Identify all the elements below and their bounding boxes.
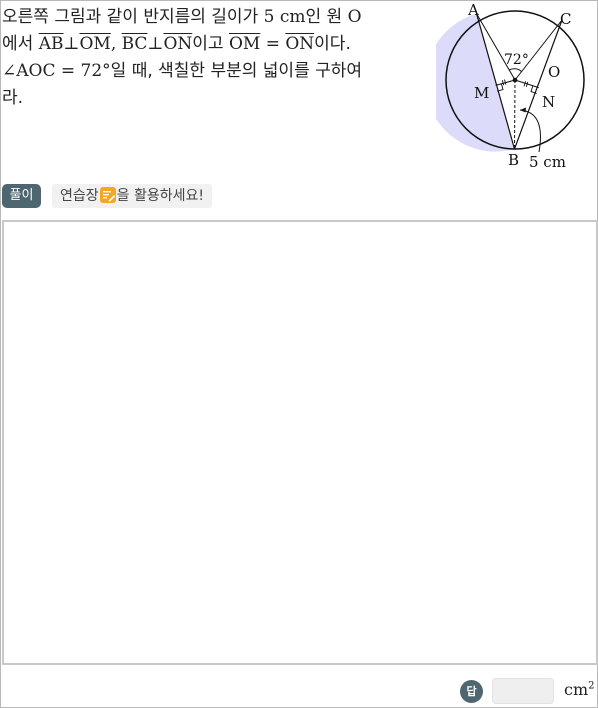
answer-badge: 답 (460, 680, 483, 703)
text-fragment: 라. (2, 88, 24, 108)
tick-om (504, 79, 507, 85)
label-a: A (467, 1, 479, 19)
problem-line-4: 라. (2, 85, 432, 112)
label-m: M (474, 84, 489, 102)
memo-pencil-icon (99, 187, 116, 203)
circle-figure: A C 72° O M N B 5 cm (436, 1, 585, 171)
text-fragment: 오른쪽 그림과 같이 반지름의 길이가 (2, 7, 264, 27)
segment-on: ON (163, 34, 193, 54)
text-fragment: 이고 (192, 34, 229, 54)
perp-symbol: ⊥ (63, 34, 80, 54)
practice-pad-button[interactable]: 연습장 을 활용하세요! (52, 184, 212, 208)
practice-label-suffix: 을 활용하세요! (116, 188, 204, 204)
radius-value: 5 cm (263, 7, 306, 27)
problem-line-3: ∠AOC = 72°일 때, 색칠한 부분의 넓이를 구하여 (2, 58, 432, 85)
radius-ob-dashed (514, 79, 516, 150)
practice-label: 연습장 (60, 188, 99, 204)
angle-condition: ∠AOC = 72° (2, 61, 111, 81)
segment-bc: BC (121, 34, 148, 54)
text-fragment: 인 원 (305, 7, 348, 27)
text-fragment: 일 때, 색칠한 부분의 넓이를 구하여 (110, 61, 363, 81)
segment-ab: AB (38, 34, 64, 54)
text-fragment: 이다. (314, 34, 351, 54)
answer-input[interactable] (492, 678, 554, 704)
text-fragment: 에서 (2, 34, 39, 54)
label-c: C (560, 10, 571, 28)
unit-text: cm (564, 680, 589, 699)
center-label: O (347, 7, 362, 27)
label-o: O (548, 63, 560, 81)
center-point (512, 77, 518, 83)
angle-arc-aoc (508, 68, 522, 72)
arrow-head (520, 107, 526, 113)
chord-bc (513, 19, 563, 150)
problem-line-1: 오른쪽 그림과 같이 반지름의 길이가 5 cm인 원 O (2, 4, 432, 31)
label-radius: 5 cm (529, 153, 566, 171)
solution-workspace[interactable] (2, 220, 598, 665)
problem-text: 오른쪽 그림과 같이 반지름의 길이가 5 cm인 원 O 에서 AB⊥OM, … (2, 4, 432, 112)
label-n: N (542, 93, 555, 111)
label-angle: 72° (504, 52, 529, 68)
solution-badge[interactable]: 풀이 (2, 184, 41, 208)
label-b: B (508, 151, 519, 169)
segment-om: OM (79, 34, 111, 54)
answer-unit: cm2 (564, 680, 595, 699)
comma: , (110, 34, 122, 54)
segment-om: OM (228, 34, 261, 54)
perp-symbol: ⊥ (147, 34, 164, 54)
segment-on: ON (285, 34, 315, 54)
problem-line-2: 에서 AB⊥OM, BC⊥ON이고 OM = ON이다. (2, 31, 432, 58)
tick-om (501, 79, 505, 86)
unit-exponent: 2 (588, 680, 595, 692)
equals-sign: = (260, 34, 286, 54)
